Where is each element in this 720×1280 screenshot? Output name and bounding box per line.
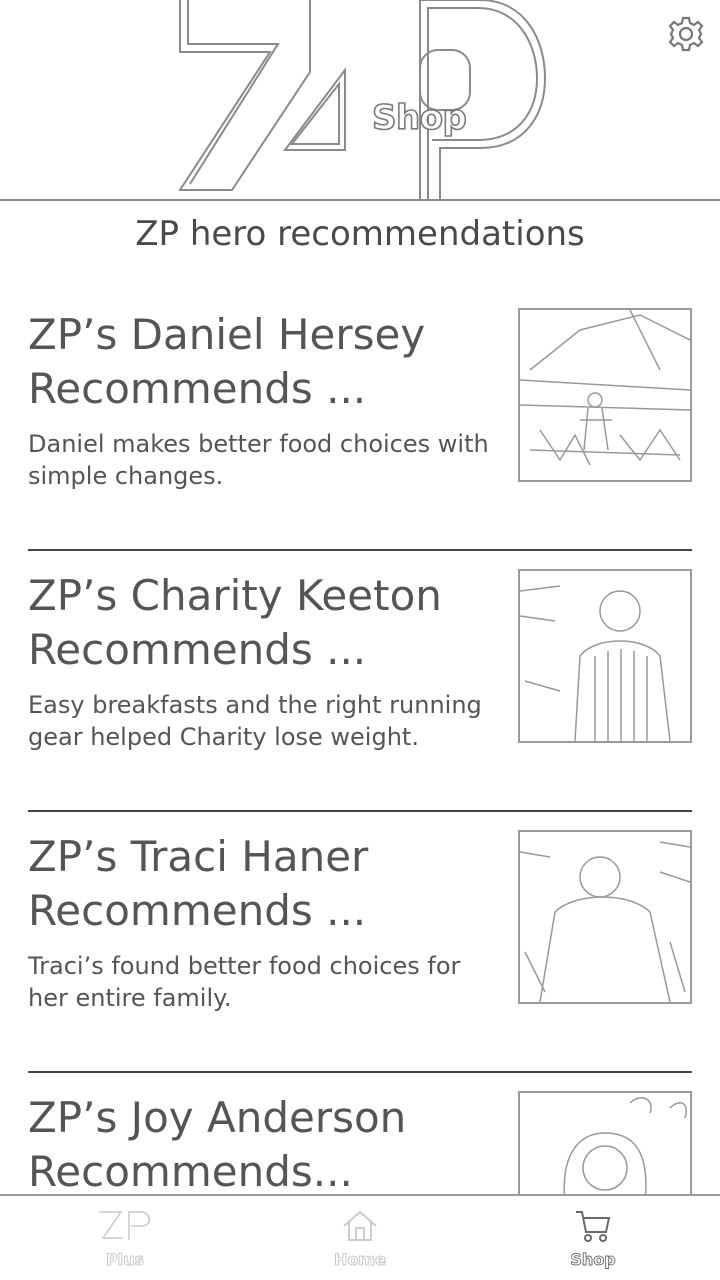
bottom-navigation: Plus Home Shop	[0, 1194, 720, 1280]
card-title-line1: ZP’s Charity Keeton	[28, 571, 442, 620]
zp-logo-icon	[99, 1211, 150, 1240]
card-title-line2: Recommends ...	[28, 364, 367, 413]
nav-item-plus[interactable]: Plus	[70, 1208, 180, 1274]
nav-label-plus: Plus	[105, 1250, 145, 1270]
recommendation-card[interactable]: ZP’s Charity Keeton Recommends ... Easy …	[0, 551, 720, 812]
home-icon	[343, 1210, 377, 1241]
recommendation-card[interactable]: ZP’s Joy Anderson Recommends...	[0, 1073, 720, 1196]
card-title-line2: Recommends ...	[28, 625, 367, 674]
app-header: Shop	[0, 0, 720, 201]
section-title: ZP hero recommendations	[135, 214, 585, 254]
card-title: ZP’s Charity Keeton Recommends ...	[28, 569, 498, 677]
nav-label-shop: Shop	[570, 1250, 616, 1270]
card-thumbnail	[518, 308, 692, 482]
cart-icon	[576, 1211, 611, 1242]
nav-item-shop[interactable]: Shop	[538, 1208, 648, 1274]
nav-label-home: Home	[334, 1250, 387, 1270]
card-description: Traci’s found better food choices for he…	[28, 952, 461, 1012]
card-thumbnail	[518, 1091, 692, 1196]
logo-shop-label: Shop	[371, 97, 467, 139]
card-description: Easy breakfasts and the right running ge…	[28, 691, 482, 751]
card-title-line1: ZP’s Joy Anderson	[28, 1093, 407, 1142]
card-title: ZP’s Joy Anderson Recommends...	[28, 1091, 498, 1196]
settings-gear-icon[interactable]	[664, 12, 708, 56]
zp-shop-logo	[178, 0, 547, 199]
card-title: ZP’s Daniel Hersey Recommends ...	[28, 308, 498, 416]
card-title-line1: ZP’s Daniel Hersey	[28, 310, 426, 359]
card-thumbnail	[518, 830, 692, 1004]
card-description: Daniel makes better food choices with si…	[28, 430, 489, 490]
recommendation-card[interactable]: ZP’s Traci Haner Recommends ... Traci’s …	[0, 812, 720, 1073]
recommendations-list: ZP’s Daniel Hersey Recommends ... Daniel…	[0, 290, 720, 1196]
card-title: ZP’s Traci Haner Recommends ...	[28, 830, 498, 938]
card-title-line1: ZP’s Traci Haner	[28, 832, 369, 881]
card-title-line2: Recommends ...	[28, 886, 367, 935]
card-title-line2: Recommends...	[28, 1147, 353, 1196]
recommendation-card[interactable]: ZP’s Daniel Hersey Recommends ... Daniel…	[0, 290, 720, 551]
nav-item-home[interactable]: Home	[305, 1208, 415, 1274]
card-thumbnail	[518, 569, 692, 743]
